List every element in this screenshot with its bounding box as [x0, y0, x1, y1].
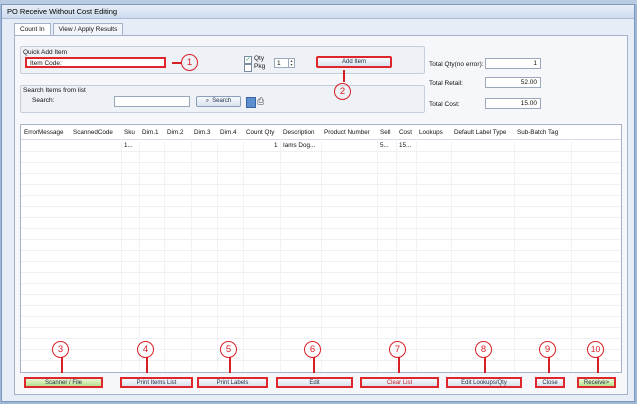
callout-8-leader [484, 357, 486, 373]
add-item-button[interactable]: Add Item [316, 56, 392, 68]
column-header[interactable]: Lookups [419, 129, 443, 136]
search-button-label: Search [212, 98, 232, 104]
item-code-label: Item Code: [30, 60, 62, 67]
total-retail-label: Total Retail: [429, 80, 463, 87]
callout-5-leader [229, 357, 231, 373]
total-retail-field: 52.00 [485, 77, 541, 88]
column-line [416, 139, 417, 372]
column-line [121, 139, 122, 372]
printer-icon[interactable]: ⎙ [257, 97, 266, 106]
count-in-panel: Quick Add Item Item Code: ✓ Qty Pkg 1 ▴ ▾… [14, 35, 628, 395]
edit-button[interactable]: Edit [276, 377, 353, 388]
column-line [396, 139, 397, 372]
tab-view-apply-results[interactable]: View / Apply Results [52, 23, 124, 35]
item-code-field[interactable]: Item Code: [25, 57, 166, 68]
callout-2-leader [343, 70, 345, 82]
close-button[interactable]: Close [535, 377, 565, 388]
qty-checkbox[interactable]: ✓ [244, 56, 252, 64]
column-header[interactable]: Product Number [324, 129, 370, 136]
cell-sku[interactable]: 1... [124, 142, 133, 149]
callout-7: 7 [389, 341, 406, 358]
column-header[interactable]: Cost [399, 129, 412, 136]
column-header[interactable]: Sku [124, 129, 135, 136]
column-line [280, 139, 281, 372]
search-label: Search: [32, 97, 55, 104]
callout-1: 1 [181, 54, 198, 71]
callout-3: 3 [52, 341, 69, 358]
total-cost-value: 15.00 [520, 100, 537, 107]
column-header[interactable]: Default Label Type [454, 129, 506, 136]
callout-4: 4 [137, 341, 154, 358]
grid-view-icon[interactable] [246, 97, 256, 108]
callout-3-leader [61, 357, 63, 373]
cell-count-qty[interactable]: 1 [274, 142, 278, 149]
callout-4-leader [146, 357, 148, 373]
callout-9-leader [548, 357, 550, 373]
total-cost-label: Total Cost: [429, 101, 460, 108]
tab-count-in[interactable]: Count In [14, 23, 51, 35]
callout-10: 10 [587, 341, 604, 358]
column-header[interactable]: Dim.3 [194, 129, 210, 136]
items-grid[interactable]: ErrorMessage ScannedCode Sku Dim.1 Dim.2… [20, 124, 622, 373]
cell-description[interactable]: Iams Dog... [283, 142, 315, 149]
column-header[interactable]: ScannedCode [73, 129, 113, 136]
column-line [514, 139, 515, 372]
cell-sell[interactable]: 5... [380, 142, 389, 149]
column-line [243, 139, 244, 372]
search-group-label: Search Items from list [23, 87, 86, 94]
search-group: Search Items from list Search: ⌕ Search ⎙ [20, 85, 425, 113]
tab-bar: Count In View / Apply Results [14, 23, 125, 35]
column-line [191, 139, 192, 372]
column-header[interactable]: Dim.4 [220, 129, 236, 136]
total-qty-label: Total Qty(no error): [429, 61, 484, 68]
column-line [377, 139, 378, 372]
column-line [217, 139, 218, 372]
clear-list-button[interactable]: Clear List [360, 377, 439, 388]
column-header[interactable]: ErrorMessage [24, 129, 64, 136]
edit-lookups-qty-button[interactable]: Edit Lookups/Qty [446, 377, 522, 388]
callout-9: 9 [539, 341, 556, 358]
total-cost-field: 15.00 [485, 98, 541, 109]
callout-7-leader [398, 357, 400, 373]
stepper-arrows-icon[interactable]: ▴ ▾ [288, 59, 294, 67]
qty-label: Qty [254, 55, 265, 62]
column-header[interactable]: Sell [380, 129, 391, 136]
search-icon: ⌕ [205, 98, 210, 104]
column-line [571, 139, 572, 372]
pkg-label: Pkg [254, 63, 266, 70]
column-line [164, 139, 165, 372]
column-header[interactable]: Sub-Batch Tag [517, 129, 558, 136]
quick-add-label: Quick Add Item [23, 49, 68, 56]
column-header[interactable]: Dim.2 [167, 129, 183, 136]
receive-button[interactable]: Receive> [577, 377, 616, 388]
window-title: PO Receive Without Cost Editing [2, 5, 634, 19]
print-labels-button[interactable]: Print Labels [197, 377, 268, 388]
column-header[interactable]: Count Qty [246, 129, 274, 136]
quick-add-group: Quick Add Item Item Code: ✓ Qty Pkg 1 ▴ ▾… [20, 46, 425, 74]
column-line [139, 139, 140, 372]
callout-2: 2 [334, 83, 351, 100]
callout-6: 6 [304, 341, 321, 358]
column-line [321, 139, 322, 372]
scanner-file-button[interactable]: Scanner / File [24, 377, 103, 388]
callout-5: 5 [220, 341, 237, 358]
callout-8: 8 [475, 341, 492, 358]
print-items-list-button[interactable]: Print Items List [120, 377, 193, 388]
callout-10-leader [597, 357, 599, 373]
cell-cost[interactable]: 15... [399, 142, 411, 149]
search-button[interactable]: ⌕ Search [196, 96, 241, 107]
column-header[interactable]: Dim.1 [142, 129, 158, 136]
column-header[interactable]: Description [283, 129, 315, 136]
pkg-checkbox[interactable] [244, 64, 252, 72]
total-qty-value: 1 [533, 60, 537, 67]
total-retail-value: 52.00 [520, 79, 537, 86]
callout-6-leader [313, 357, 315, 373]
search-input[interactable] [114, 96, 190, 107]
total-qty-field: 1 [485, 58, 541, 69]
qty-value: 1 [277, 60, 281, 67]
column-line [451, 139, 452, 372]
qty-stepper[interactable]: 1 ▴ ▾ [274, 58, 295, 68]
